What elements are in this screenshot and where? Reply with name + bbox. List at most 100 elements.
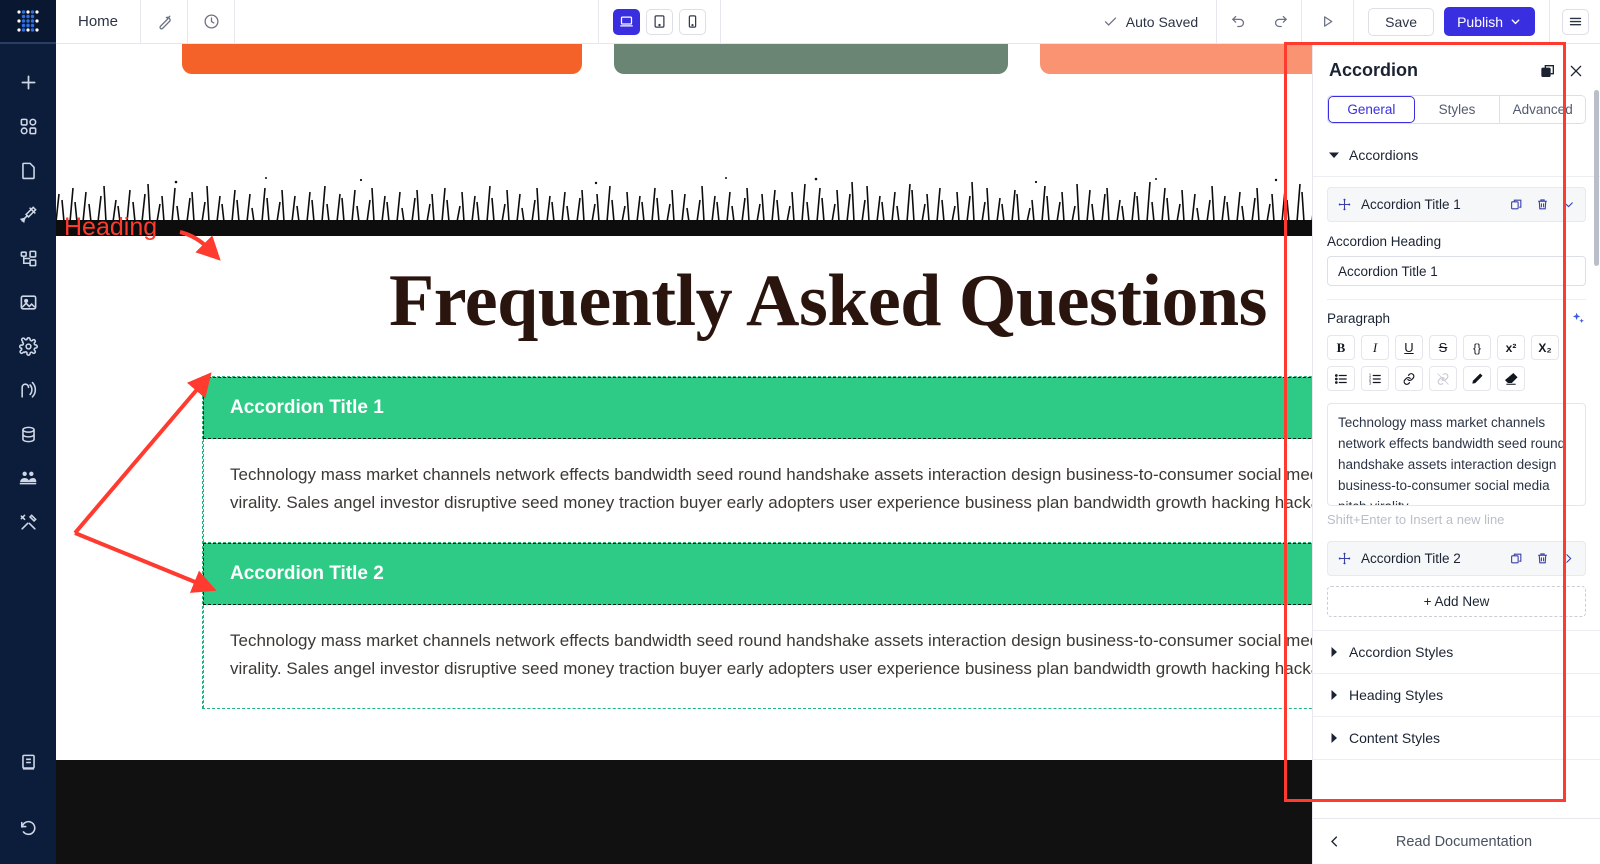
section-content-styles[interactable]: Content Styles — [1313, 717, 1600, 760]
rail-item-widgets[interactable] — [0, 104, 56, 148]
editor-app: Home Auto Saved Save Publish Frequently … — [0, 0, 1600, 864]
section-content-styles-label: Content Styles — [1349, 730, 1441, 746]
clock-history-icon[interactable] — [188, 0, 236, 43]
left-rail — [0, 0, 56, 864]
popout-window-icon[interactable] — [1540, 63, 1556, 79]
rte-sub-glyph: X₂ — [1538, 340, 1552, 355]
rte-numbered-list-button[interactable]: 123 — [1361, 366, 1389, 391]
duplicate-icon[interactable] — [1510, 552, 1523, 565]
redo-icon[interactable] — [1259, 0, 1301, 43]
chevron-down-icon[interactable] — [1562, 198, 1575, 211]
rte-bold-glyph: B — [1336, 339, 1346, 355]
rail-item-pages[interactable] — [0, 148, 56, 192]
eraser-icon — [1504, 372, 1518, 385]
rte-subscript-button[interactable]: X₂ — [1531, 335, 1559, 360]
rte-superscript-button[interactable]: x² — [1497, 335, 1525, 360]
accordion-header-2[interactable]: Accordion Title 2 — [203, 543, 1411, 606]
device-tablet-button[interactable] — [646, 8, 674, 35]
caret-right-icon — [1329, 690, 1339, 700]
rte-underline-button[interactable]: U — [1395, 335, 1423, 360]
rail-item-structure[interactable] — [0, 236, 56, 280]
chevron-left-icon[interactable] — [1327, 834, 1342, 849]
close-icon[interactable] — [1568, 63, 1584, 79]
tab-advanced[interactable]: Advanced — [1500, 96, 1585, 123]
repeater-row-1[interactable]: Accordion Title 1 — [1327, 187, 1586, 222]
save-button[interactable]: Save — [1368, 7, 1435, 36]
bullet-list-icon — [1334, 373, 1347, 384]
rte-bold-button[interactable]: B — [1327, 335, 1355, 360]
check-icon — [1104, 17, 1116, 26]
tab-styles[interactable]: Styles — [1414, 96, 1501, 123]
rte-highlight-button[interactable] — [1463, 366, 1491, 391]
chevron-right-icon[interactable] — [1562, 552, 1575, 565]
section-accordions[interactable]: Accordions — [1313, 134, 1600, 177]
ai-sparkle-icon[interactable] — [1571, 311, 1586, 326]
chevron-down-icon — [1511, 19, 1520, 25]
rail-item-add[interactable] — [0, 60, 56, 104]
hero-card-green — [614, 44, 1008, 74]
play-preview-icon[interactable] — [1302, 0, 1355, 43]
wrench-icon[interactable] — [141, 0, 189, 43]
svg-text:3: 3 — [1369, 380, 1372, 385]
rte-strike-glyph: S — [1438, 340, 1448, 355]
trash-icon[interactable] — [1536, 552, 1549, 565]
accordion-heading-input[interactable] — [1327, 256, 1586, 286]
rail-item-revisions[interactable] — [0, 806, 56, 850]
autosave-status: Auto Saved — [1085, 0, 1218, 43]
accordion-widget[interactable]: Accordion Title 1 Technology mass market… — [202, 376, 1412, 710]
undo-icon[interactable] — [1217, 0, 1259, 43]
rail-item-design[interactable] — [0, 192, 56, 236]
publish-button[interactable]: Publish — [1444, 7, 1535, 36]
section-heading-styles[interactable]: Heading Styles — [1313, 674, 1600, 717]
device-desktop-button[interactable] — [613, 8, 641, 35]
panel-title: Accordion — [1329, 60, 1419, 80]
repeater-row-1-label: Accordion Title 1 — [1361, 197, 1461, 212]
rte-underline-glyph: U — [1404, 340, 1414, 355]
read-documentation-link[interactable]: Read Documentation — [1342, 834, 1586, 850]
toolbar-spacer-left — [235, 0, 598, 43]
tab-general[interactable]: General — [1328, 96, 1415, 123]
rail-item-database[interactable] — [0, 412, 56, 456]
duplicate-icon[interactable] — [1510, 198, 1523, 211]
link-icon — [1403, 372, 1415, 385]
rte-clear-format-button[interactable] — [1497, 366, 1525, 391]
device-mobile-button[interactable] — [679, 8, 707, 35]
rte-unlink-button[interactable] — [1429, 366, 1457, 391]
accordion-body-1: Technology mass market channels network … — [203, 439, 1411, 543]
breadcrumb-home[interactable]: Home — [56, 0, 142, 43]
trash-icon[interactable] — [1536, 198, 1549, 211]
rte-link-button[interactable] — [1395, 366, 1423, 391]
drag-move-icon[interactable] — [1338, 552, 1351, 565]
section-accordion-styles-label: Accordion Styles — [1349, 644, 1454, 660]
rte-row-1: B I U S {} x² X₂ — [1327, 335, 1586, 360]
panel-tabs: General Styles Advanced — [1327, 95, 1586, 124]
rte-code-glyph: {} — [1472, 340, 1481, 355]
rte-code-button[interactable]: {} — [1463, 335, 1491, 360]
unlink-icon — [1437, 372, 1449, 385]
accordion-item-1[interactable]: Accordion Title 1 Technology mass market… — [203, 377, 1411, 543]
add-new-accordion-button[interactable]: + Add New — [1327, 586, 1586, 617]
app-grid-logo[interactable] — [0, 0, 56, 44]
hamburger-menu-icon[interactable] — [1550, 0, 1600, 43]
rte-bullet-list-button[interactable] — [1327, 366, 1355, 391]
rte-row-2: 123 — [1327, 366, 1586, 391]
rail-item-docs[interactable] — [0, 740, 56, 784]
rail-item-settings[interactable] — [0, 324, 56, 368]
accordion-heading-label: Accordion Heading — [1327, 234, 1442, 249]
rail-item-users[interactable] — [0, 456, 56, 500]
accordion-header-1[interactable]: Accordion Title 1 — [203, 377, 1411, 439]
rte-strikethrough-button[interactable]: S — [1429, 335, 1457, 360]
toolbar-spacer-right — [721, 0, 1084, 43]
repeater-row-2[interactable]: Accordion Title 2 — [1327, 541, 1586, 576]
rail-item-tools[interactable] — [0, 500, 56, 544]
rail-item-publish-status[interactable] — [0, 368, 56, 412]
drag-move-icon[interactable] — [1338, 198, 1351, 211]
section-accordion-styles[interactable]: Accordion Styles — [1313, 631, 1600, 674]
accordion-item-2[interactable]: Accordion Title 2 Technology mass market… — [203, 543, 1411, 709]
rail-item-media[interactable] — [0, 280, 56, 324]
repeater-row-2-label: Accordion Title 2 — [1361, 551, 1461, 566]
panel-body: Accordions Accordion Title 1 Accordion H… — [1313, 124, 1600, 818]
rte-italic-button[interactable]: I — [1361, 335, 1389, 360]
paragraph-textarea[interactable]: Technology mass market channels network … — [1327, 403, 1586, 506]
panel-scrollbar-thumb[interactable] — [1594, 90, 1599, 266]
